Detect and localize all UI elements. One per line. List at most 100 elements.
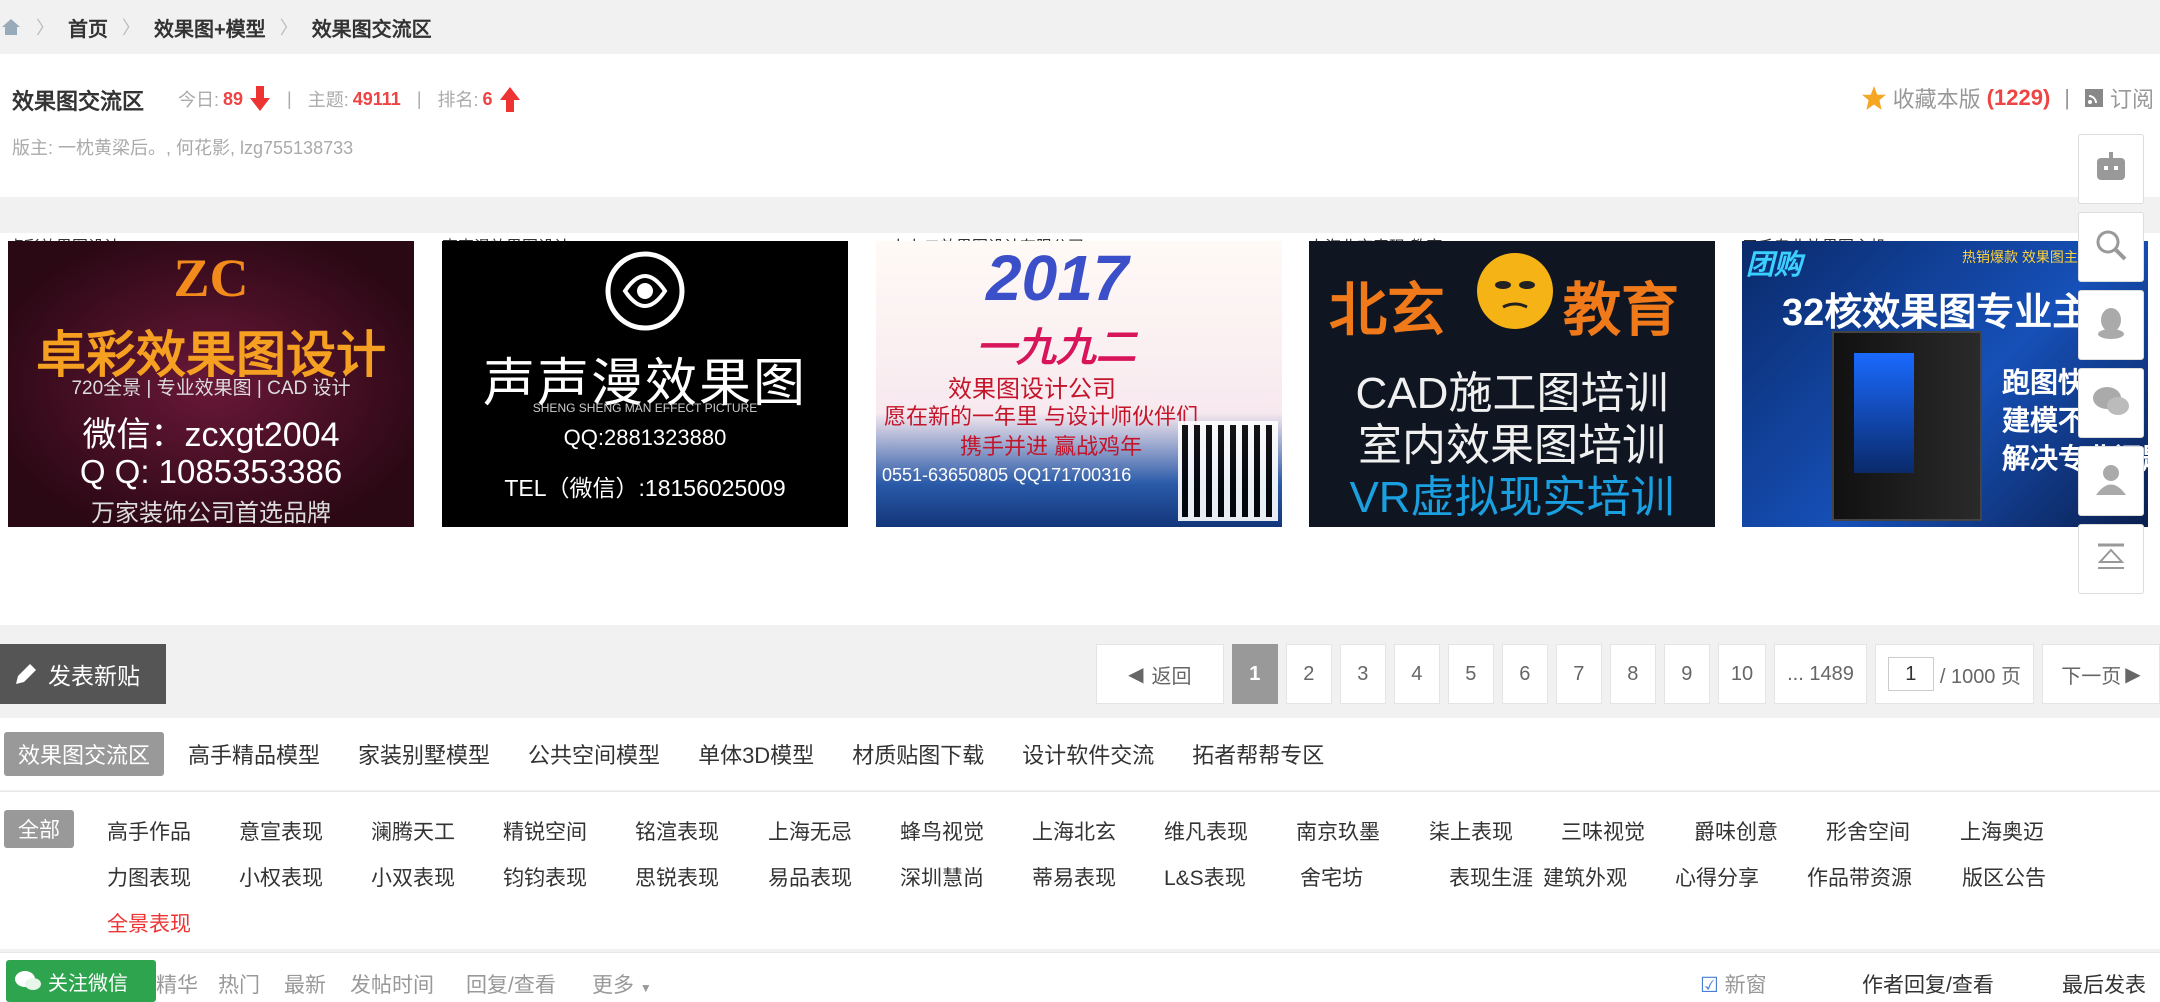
qq-button[interactable] [2078,290,2144,360]
filter-more-label: 更多 [592,974,634,997]
topics-count: 49111 [352,88,401,109]
ad-item[interactable]: 声声漫效果图 SHENG SHENG MAN EFFECT PICTURE QQ… [442,233,848,625]
ad-item[interactable]: 北玄 教育 CAD施工图培训 室内效果图培训 VR虚拟现实培训 上海北玄表现-教… [1309,233,1715,625]
page-link[interactable]: 4 [1393,644,1440,704]
page-link[interactable]: 8 [1609,644,1656,704]
subcategory-link[interactable]: 铭渲表现 [635,816,719,846]
forum-title: 效果图交流区 [12,89,145,114]
subcategory-link[interactable]: 上海北玄 [1032,816,1116,846]
next-page-button[interactable]: 下一页 ▶ [2042,644,2160,704]
ad-text: 热销爆款 效果图主 [1962,249,2078,265]
filter-digest[interactable]: 精华 [156,969,198,999]
subcategory-link[interactable]: 三味视觉 [1561,816,1645,846]
tab-category[interactable]: 家装别墅模型 [344,732,504,776]
subcategory-link[interactable]: 高手作品 [107,816,191,846]
subcategory-link[interactable]: 意宣表现 [239,816,323,846]
search-button[interactable] [2078,212,2144,282]
subscribe-button[interactable]: 订阅 [2110,82,2154,114]
last-post-header[interactable]: 最后发表 [2062,969,2146,999]
page-link[interactable]: 1 [1231,644,1278,704]
subcategory-link[interactable]: 版区公告 [1962,862,2046,892]
tab-category[interactable]: 材质贴图下载 [838,732,998,776]
filter-reply-view[interactable]: 回复/查看 [466,969,556,999]
breadcrumb-separator: 〉 [279,18,298,38]
page-link[interactable]: 2 [1285,644,1332,704]
page-link[interactable]: 3 [1339,644,1386,704]
breadcrumb-home[interactable]: 首页 [68,13,108,42]
subcategory-link[interactable]: 上海无忌 [768,816,852,846]
page-link[interactable]: 5 [1447,644,1494,704]
ad-image[interactable]: ZC 卓彩效果图设计 720全景 | 专业效果图 | CAD 设计 微信：zcx… [8,241,414,527]
subcategory-link[interactable]: 精锐空间 [503,816,587,846]
breadcrumb-category[interactable]: 效果图+模型 [154,13,266,42]
checkbox-icon[interactable]: ☑ [1700,974,1719,997]
robot-button[interactable] [2078,134,2144,204]
tab-category[interactable]: 公共空间模型 [514,732,674,776]
wechat-follow-button[interactable]: 关注微信 [6,960,156,1002]
new-window-toggle[interactable]: ☑ 新窗 [1700,969,1767,999]
author-reply-header[interactable]: 作者回复/查看 [1862,969,1994,999]
tab-category[interactable]: 效果图交流区 [4,732,165,776]
logo-icon [605,251,685,331]
subcategory-link[interactable]: 维凡表现 [1164,816,1248,846]
ad-item[interactable]: 2017 一九九二 效果图设计公司 愿在新的一年里 与设计师伙伴们 携手并进 赢… [876,233,1282,625]
user-button[interactable] [2078,446,2144,516]
filter-post-time[interactable]: 发帖时间 [350,969,434,999]
subcategory-link[interactable]: 爵味创意 [1694,816,1778,846]
favorite-button[interactable]: 收藏本版 [1893,82,1981,114]
ad-image[interactable]: 声声漫效果图 SHENG SHENG MAN EFFECT PICTURE QQ… [442,241,848,527]
subcategory-link[interactable]: 南京玖墨 [1296,816,1380,846]
breadcrumb: 〉 首页 〉 效果图+模型 〉 效果图交流区 [0,0,2160,54]
back-button[interactable]: ◀ 返回 [1095,644,1224,704]
ad-text: 720全景 | 专业效果图 | CAD 设计 [71,378,351,399]
subcategory-link[interactable]: 心得分享 [1675,862,1759,892]
wechat-button[interactable] [2078,368,2144,438]
subcategory-link[interactable]: 思锐表现 [635,862,719,892]
ad-image[interactable]: 2017 一九九二 效果图设计公司 愿在新的一年里 与设计师伙伴们 携手并进 赢… [876,241,1282,527]
subcategory-link[interactable]: 上海奥迈 [1960,816,2044,846]
tab-category[interactable]: 拓者帮帮专区 [1178,732,1338,776]
home-icon[interactable] [0,16,22,38]
subcategory-link[interactable]: 蜂鸟视觉 [900,816,984,846]
page-jump-input[interactable] [1887,657,1934,691]
subcategory-link[interactable]: 作品带资源 [1807,862,1912,892]
page-link[interactable]: 10 [1717,644,1767,704]
new-post-button[interactable]: 发表新贴 [0,644,166,704]
tab-category[interactable]: 高手精品模型 [174,732,334,776]
star-icon[interactable] [1861,85,1887,111]
ad-text: 一九九二 [976,326,1136,370]
subcategory-link[interactable]: 蒂易表现 [1032,862,1116,892]
forum-header: 效果图交流区 今日: 89 | 主题: 49111 | 排名: 6 版主: 一枕… [0,54,2160,197]
last-page-link[interactable]: ... 1489 [1774,644,1867,704]
tab-category[interactable]: 设计软件交流 [1008,732,1168,776]
subcategory-link[interactable]: 澜腾天工 [371,816,455,846]
qr-code-icon [1178,421,1278,521]
subcategory-link[interactable]: 小权表现 [239,862,323,892]
breadcrumb-forum[interactable]: 效果图交流区 [312,13,432,42]
page-link[interactable]: 7 [1555,644,1602,704]
tab-category[interactable]: 单体3D模型 [684,732,828,776]
filter-hot[interactable]: 热门 [218,969,260,999]
back-to-top-button[interactable] [2078,524,2144,594]
ad-item[interactable]: ZC 卓彩效果图设计 720全景 | 专业效果图 | CAD 设计 微信：zcx… [8,233,414,625]
subcategory-link[interactable]: 小双表现 [371,862,455,892]
page-link[interactable]: 6 [1501,644,1548,704]
subcategory-link[interactable]: 柒上表现 [1429,816,1513,846]
subcategory-link[interactable]: 舍宅坊 [1300,862,1363,892]
page-link[interactable]: 9 [1663,644,1710,704]
ad-image[interactable]: 北玄 教育 CAD施工图培训 室内效果图培训 VR虚拟现实培训 [1309,241,1715,527]
subcategory-link[interactable]: 力图表现 [107,862,191,892]
subcategory-all[interactable]: 全部 [4,810,74,848]
subcategory-link[interactable]: 全景表现 [107,908,191,938]
subcategory-link[interactable]: 表现生涯 [1449,862,1533,892]
subcategory-link[interactable]: 钧钧表现 [503,862,587,892]
subcategory-link[interactable]: 形舍空间 [1826,816,1910,846]
pagination: ◀ 返回 1 2 3 4 5 6 7 8 9 10 ... 1489 / 100… [1095,644,2160,704]
rss-icon[interactable] [2084,88,2104,108]
filter-latest[interactable]: 最新 [284,969,326,999]
subcategory-link[interactable]: L&S表现 [1164,862,1246,892]
subcategory-link[interactable]: 易品表现 [768,862,852,892]
filter-more[interactable]: 更多 ▼ [592,969,652,999]
subcategory-link[interactable]: 深圳慧尚 [900,862,984,892]
subcategory-link[interactable]: 建筑外观 [1543,862,1627,892]
